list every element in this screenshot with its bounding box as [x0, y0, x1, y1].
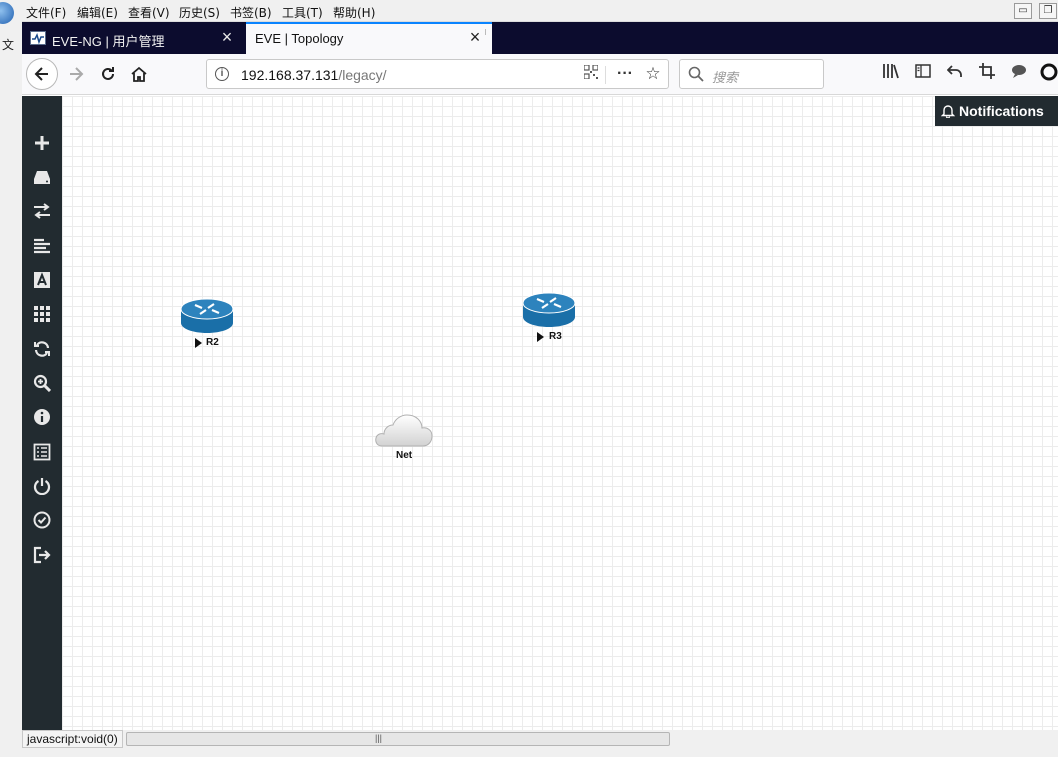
arrow-right-icon — [70, 67, 84, 81]
globe-icon — [0, 2, 14, 24]
tab-eve-topology[interactable]: EVE | Topology × — [246, 22, 492, 54]
topology-canvas[interactable]: R2 R3 Net — [62, 96, 1058, 730]
node-r3[interactable]: R3 — [522, 292, 578, 342]
desktop-edge: 文 — [0, 0, 22, 757]
cloud-icon — [375, 414, 433, 447]
url-path: /legacy/ — [338, 67, 387, 83]
qr-code-icon[interactable] — [581, 64, 601, 84]
startup-configs-button[interactable] — [22, 231, 62, 261]
play-icon[interactable] — [537, 332, 544, 342]
close-icon[interactable]: × — [466, 28, 484, 46]
grid-icon — [34, 306, 50, 322]
notifications-label: Notifications — [959, 103, 1044, 119]
refresh-icon — [34, 341, 50, 357]
refresh-topology-button[interactable] — [22, 334, 62, 364]
more-actions-button[interactable] — [22, 299, 62, 329]
node-r2[interactable]: R2 — [180, 298, 236, 348]
more-actions-icon[interactable]: ··· — [615, 64, 635, 84]
home-button[interactable] — [123, 58, 155, 90]
power-icon — [33, 478, 51, 495]
library-icon[interactable] — [880, 63, 902, 85]
notifications-button[interactable]: Notifications — [935, 96, 1058, 126]
menu-edit[interactable]: 编辑(E) — [77, 4, 118, 21]
tab-bar: EVE-NG | 用户管理 × EVE | Topology × — [22, 22, 1058, 54]
networks-button[interactable] — [22, 196, 62, 226]
text-objects-button[interactable] — [22, 265, 62, 295]
status-text: javascript:void(0) — [22, 730, 123, 748]
router-icon — [522, 292, 576, 327]
url-host: 192.168.37.131 — [241, 67, 339, 83]
chat-icon[interactable] — [1008, 63, 1030, 85]
tab-title: EVE-NG | 用户管理 — [52, 34, 165, 49]
nodes-button[interactable] — [22, 162, 62, 192]
node-net[interactable]: Net — [374, 409, 438, 465]
forward-button[interactable] — [60, 58, 92, 90]
menu-bookmarks[interactable]: 书签(B) — [230, 4, 272, 21]
home-icon — [131, 66, 147, 82]
tab-separator — [485, 29, 486, 35]
url-bar[interactable]: i 192.168.37.131/legacy/ ··· ☆ — [206, 59, 669, 89]
eve-sidebar — [22, 96, 62, 730]
zoom-button[interactable] — [22, 368, 62, 398]
account-icon[interactable] — [1038, 63, 1058, 85]
horizontal-scrollbar[interactable]: ||| — [126, 732, 670, 746]
search-icon — [688, 66, 704, 82]
search-placeholder: 搜索 — [712, 71, 739, 86]
info-icon[interactable]: i — [215, 67, 229, 81]
info-icon — [34, 409, 50, 425]
scroll-grip-icon: ||| — [375, 733, 383, 743]
reload-icon — [102, 67, 114, 80]
lab-details-button[interactable] — [22, 437, 62, 467]
close-lab-button[interactable] — [22, 471, 62, 501]
search-bar[interactable]: 搜索 — [679, 59, 824, 89]
node-label: Net — [396, 450, 413, 461]
undo-icon[interactable] — [944, 63, 966, 85]
plus-icon — [35, 136, 49, 150]
status-button[interactable] — [22, 402, 62, 432]
url-text[interactable]: 192.168.37.131/legacy/ — [241, 67, 387, 83]
sign-out-icon — [33, 546, 51, 564]
restore-icon[interactable]: ❐ — [1039, 3, 1057, 19]
menu-history[interactable]: 历史(S) — [179, 4, 220, 21]
play-icon[interactable] — [195, 338, 202, 348]
crop-icon[interactable] — [976, 63, 998, 85]
sidebar-toggle-icon[interactable] — [912, 63, 934, 85]
navigation-toolbar: i 192.168.37.131/legacy/ ··· ☆ 搜索 — [22, 54, 1058, 95]
check-circle-icon — [33, 511, 51, 529]
eve-favicon-icon — [30, 31, 46, 45]
menu-file[interactable]: 文件(F) — [26, 4, 66, 21]
menu-help[interactable]: 帮助(H) — [333, 4, 375, 21]
add-object-button[interactable] — [22, 128, 62, 158]
bookmark-star-icon[interactable]: ☆ — [643, 64, 663, 84]
list-icon — [33, 443, 51, 461]
close-icon[interactable]: × — [218, 28, 236, 46]
reload-button[interactable] — [92, 58, 124, 90]
arrow-left-icon — [34, 67, 48, 81]
align-left-icon — [34, 238, 50, 254]
back-button[interactable] — [26, 58, 58, 90]
node-label: R3 — [549, 331, 562, 342]
zoom-icon — [33, 374, 51, 392]
menu-view[interactable]: 查看(V) — [128, 4, 170, 21]
exchange-icon — [34, 203, 50, 219]
tab-title: EVE | Topology — [255, 31, 344, 46]
text-icon — [34, 272, 50, 288]
status-area: ||| javascript:void(0) — [22, 730, 1058, 757]
node-label: R2 — [206, 337, 219, 348]
url-separator — [605, 66, 606, 84]
minimize-icon[interactable]: ▭ — [1014, 3, 1032, 19]
menu-bar: 文件(F) 编辑(E) 查看(V) 历史(S) 书签(B) 工具(T) 帮助(H… — [22, 0, 1058, 22]
tab-eve-ng-user-management[interactable]: EVE-NG | 用户管理 × — [22, 22, 244, 54]
bell-icon — [941, 105, 955, 118]
router-icon — [180, 298, 234, 333]
drive-icon — [34, 171, 50, 184]
logout-button[interactable] — [22, 540, 62, 570]
menu-tools[interactable]: 工具(T) — [282, 4, 323, 21]
lock-lab-button[interactable] — [22, 505, 62, 535]
desktop-edge-text: 文 — [2, 38, 15, 52]
